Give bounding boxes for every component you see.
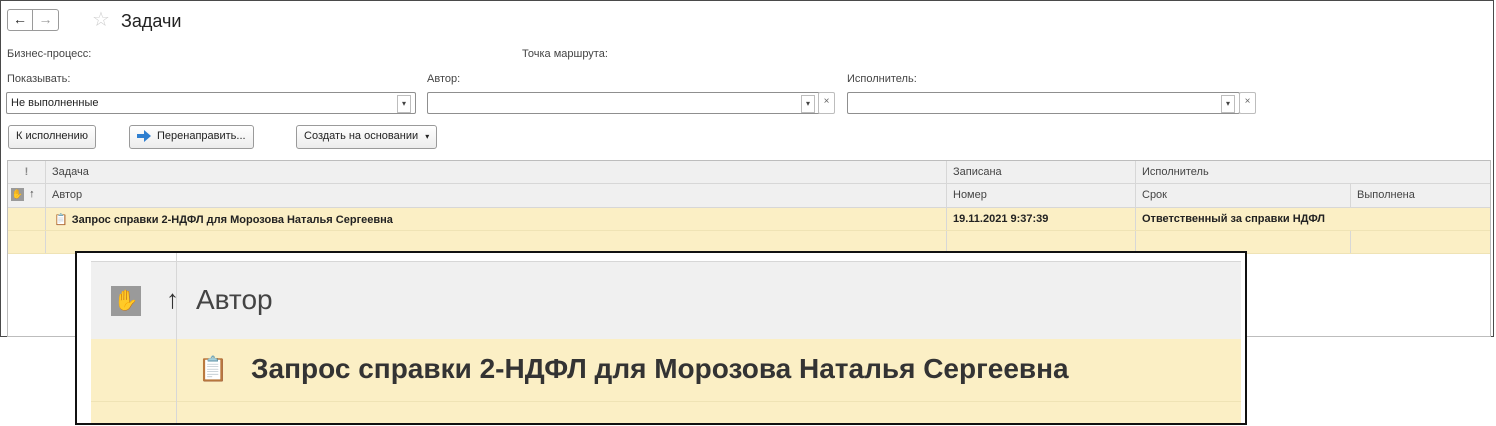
sort-arrow-icon: ↑ [29, 188, 35, 201]
row-sub-author-cell [45, 231, 946, 253]
executor-label: Исполнитель: [847, 73, 917, 85]
zoom-callout: ✋ ↑ Автор 📋 Запрос справки 2-НДФЛ для Мо… [75, 251, 1247, 425]
executor-clear-icon[interactable]: × [1239, 92, 1256, 114]
task-header[interactable]: Задача [45, 161, 946, 183]
zoom-header-row: ✋ ↑ Автор [91, 261, 1241, 340]
redirect-arrow-icon [137, 130, 151, 143]
to-execution-label: К исполнению [16, 130, 89, 142]
forward-button[interactable]: → [33, 9, 59, 31]
row-sub-flag-cell [8, 231, 45, 253]
chevron-down-icon: ▾ [425, 132, 430, 141]
back-button[interactable]: ← [7, 9, 33, 31]
row-sub-completed-cell [1350, 231, 1490, 253]
zoom-row-divider [91, 401, 1241, 402]
recorded-header[interactable]: Записана [946, 161, 1135, 183]
executor-header[interactable]: Исполнитель [1135, 161, 1490, 183]
author-dropdown-icon[interactable]: ▾ [801, 95, 815, 113]
executor-cell[interactable]: Ответственный за справки НДФЛ [1135, 208, 1490, 230]
row-sub-number-cell [946, 231, 1135, 253]
zoom-author-header: Автор [196, 284, 273, 315]
to-execution-button[interactable]: К исполнению [8, 125, 97, 149]
task-cell[interactable]: 📋 Запрос справки 2-НДФЛ для Морозова Ната… [45, 208, 946, 230]
author-input[interactable]: ▾ [427, 92, 820, 114]
favorite-star-icon[interactable]: ☆ [92, 9, 110, 31]
zoom-hand-icon: ✋ [111, 286, 141, 316]
hand-header-cell[interactable]: ✋ ↑ [8, 184, 45, 207]
author-clear-icon[interactable]: × [818, 92, 835, 114]
show-select-value: Не выполненные [11, 97, 99, 109]
zoom-task-title: Запрос справки 2-НДФЛ для Морозова Натал… [251, 353, 1069, 384]
zoom-column-divider [176, 253, 177, 423]
page-title: Задачи [121, 11, 182, 31]
redirect-label: Перенаправить... [157, 130, 246, 142]
row-sub-deadline-cell [1135, 231, 1350, 253]
executor-dropdown-icon[interactable]: ▾ [1221, 95, 1235, 113]
author-header[interactable]: Автор [45, 184, 946, 207]
table-header-row-1: ! Задача Записана Исполнитель [8, 161, 1490, 184]
show-select[interactable]: Не выполненные ▾ [6, 92, 416, 114]
importance-header[interactable]: ! [8, 161, 45, 183]
recorded-cell[interactable]: 19.11.2021 9:37:39 [946, 208, 1135, 230]
redirect-button[interactable]: Перенаправить... [129, 125, 254, 149]
show-dropdown-icon[interactable]: ▾ [397, 95, 411, 113]
business-process-label: Бизнес-процесс: [7, 48, 92, 60]
zoom-selected-row: 📋 Запрос справки 2-НДФЛ для Морозова Нат… [91, 339, 1241, 423]
create-based-on-label: Создать на основании [304, 130, 419, 142]
zoom-clipboard-icon: 📋 [198, 356, 228, 383]
row-flag-cell [8, 208, 45, 230]
hand-icon: ✋ [11, 188, 24, 201]
clipboard-icon: 📋 [54, 214, 68, 226]
number-header[interactable]: Номер [946, 184, 1135, 207]
zoom-sort-arrow-icon: ↑ [166, 284, 179, 314]
task-title: Запрос справки 2-НДФЛ для Морозова Натал… [71, 214, 393, 226]
table-header-row-2: ✋ ↑ Автор Номер Срок Выполнена [8, 184, 1490, 208]
show-label: Показывать: [7, 73, 71, 85]
table-row[interactable]: 📋 Запрос справки 2-НДФЛ для Морозова Ната… [8, 208, 1490, 231]
deadline-header[interactable]: Срок [1135, 184, 1350, 207]
author-label: Автор: [427, 73, 461, 85]
route-point-label: Точка маршрута: [522, 48, 608, 60]
create-based-on-button[interactable]: Создать на основании ▾ [296, 125, 438, 149]
completed-header[interactable]: Выполнена [1350, 184, 1490, 207]
executor-input[interactable]: ▾ [847, 92, 1240, 114]
